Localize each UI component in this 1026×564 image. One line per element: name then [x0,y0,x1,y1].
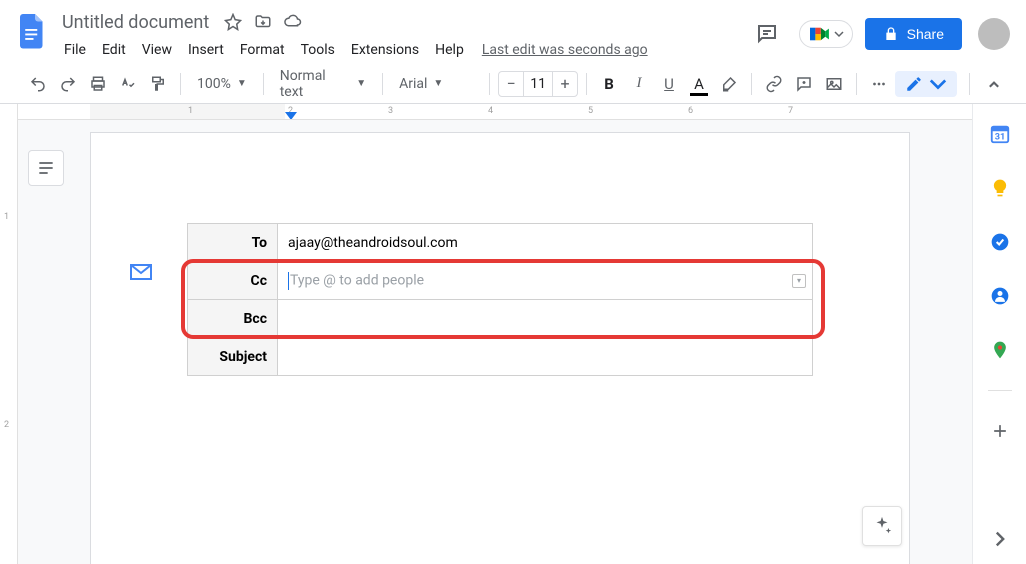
star-icon[interactable] [221,10,245,34]
toolbar-separator [180,73,181,95]
keep-icon[interactable] [980,168,1020,208]
menu-extensions[interactable]: Extensions [343,38,427,62]
toolbar-separator [382,73,383,95]
text-cursor [288,272,289,290]
toolbar-separator [751,73,752,95]
menubar: File Edit View Insert Format Tools Exten… [56,36,747,64]
indent-marker-icon[interactable] [285,112,297,120]
ruler-tick: 2 [4,420,9,430]
toolbar-separator [586,73,587,95]
highlight-color-button[interactable] [715,70,743,98]
font-size-control: − 11 + [498,71,578,97]
hide-side-panel-icon[interactable] [980,524,1020,564]
cc-label: Cc [188,262,278,300]
menu-tools[interactable]: Tools [293,38,343,62]
recipient-dropdown-icon[interactable]: ▾ [792,274,806,288]
insert-link-button[interactable] [760,70,788,98]
ruler-tick: 3 [388,106,393,116]
toolbar: 100% ▼ Normal text ▼ Arial ▼ − 11 + B I … [0,64,1026,104]
explore-button[interactable] [862,506,902,546]
share-button-label: Share [907,26,944,42]
add-addon-icon[interactable] [980,411,1020,451]
menu-format[interactable]: Format [232,38,293,62]
document-title[interactable]: Untitled document [56,10,215,35]
toolbar-separator [856,73,857,95]
toolbar-separator [969,73,970,95]
comments-icon[interactable] [747,14,787,54]
menu-edit[interactable]: Edit [94,38,134,62]
side-panel: 31 [972,104,1026,564]
meet-button[interactable] [799,20,853,48]
ruler-tick: 4 [488,106,493,116]
style-value: Normal text [280,68,351,100]
zoom-value: 100% [197,76,231,92]
more-tools-button[interactable] [865,70,893,98]
subject-label: Subject [188,338,278,376]
bold-button[interactable]: B [595,70,623,98]
to-label: To [188,224,278,262]
toolbar-separator [489,73,490,95]
email-draft-table: To ajaay@theandroidsoul.com Cc Type @ to… [187,223,813,376]
ruler-tick: 6 [688,106,693,116]
share-button[interactable]: Share [865,18,962,50]
gmail-icon [129,263,153,283]
underline-button[interactable]: U [655,70,683,98]
to-field[interactable]: ajaay@theandroidsoul.com [278,224,813,262]
spellcheck-button[interactable] [114,70,142,98]
ruler-tick: 1 [4,212,9,222]
redo-button[interactable] [54,70,82,98]
docs-logo[interactable] [12,12,52,52]
contacts-icon[interactable] [980,276,1020,316]
ruler-tick: 7 [788,106,793,116]
horizontal-ruler: 1 2 3 4 5 6 7 [18,104,972,120]
user-avatar[interactable] [978,18,1010,50]
last-edit-link[interactable]: Last edit was seconds ago [482,42,648,58]
tasks-icon[interactable] [980,222,1020,262]
zoom-dropdown[interactable]: 100% ▼ [189,70,255,98]
paint-format-button[interactable] [144,70,172,98]
editing-mode-button[interactable] [895,71,957,97]
calendar-icon[interactable]: 31 [980,114,1020,154]
move-icon[interactable] [251,10,275,34]
collapse-toolbar-button[interactable] [982,64,1006,104]
font-value: Arial [399,76,427,92]
insert-image-button[interactable] [820,70,848,98]
maps-icon[interactable] [980,330,1020,370]
ruler-tick: 1 [188,106,193,116]
cc-field[interactable]: Type @ to add people ▾ [278,262,813,300]
toolbar-separator [263,73,264,95]
bcc-label: Bcc [188,300,278,338]
text-color-button[interactable]: A [685,70,713,98]
ruler-tick: 5 [588,106,593,116]
cloud-status-icon[interactable] [281,10,305,34]
side-panel-separator [988,390,1012,391]
insert-comment-button[interactable] [790,70,818,98]
menu-insert[interactable]: Insert [180,38,232,62]
vertical-ruler: 1 2 [0,104,18,564]
undo-button[interactable] [24,70,52,98]
document-canvas[interactable]: To ajaay@theandroidsoul.com Cc Type @ to… [18,120,972,564]
app-header: Untitled document File Edit View Insert … [0,0,1026,64]
svg-text:31: 31 [994,133,1005,143]
page[interactable]: To ajaay@theandroidsoul.com Cc Type @ to… [90,132,910,564]
subject-field[interactable] [278,338,813,376]
style-dropdown[interactable]: Normal text ▼ [272,70,374,98]
menu-view[interactable]: View [134,38,180,62]
font-dropdown[interactable]: Arial ▼ [391,70,481,98]
cc-placeholder: Type @ to add people [290,272,424,288]
menu-help[interactable]: Help [427,38,472,62]
font-size-increase[interactable]: + [553,72,577,96]
print-button[interactable] [84,70,112,98]
bcc-field[interactable] [278,300,813,338]
menu-file[interactable]: File [56,38,94,62]
font-size-decrease[interactable]: − [499,72,523,96]
font-size-value[interactable]: 11 [523,72,553,96]
italic-button[interactable]: I [625,70,653,98]
